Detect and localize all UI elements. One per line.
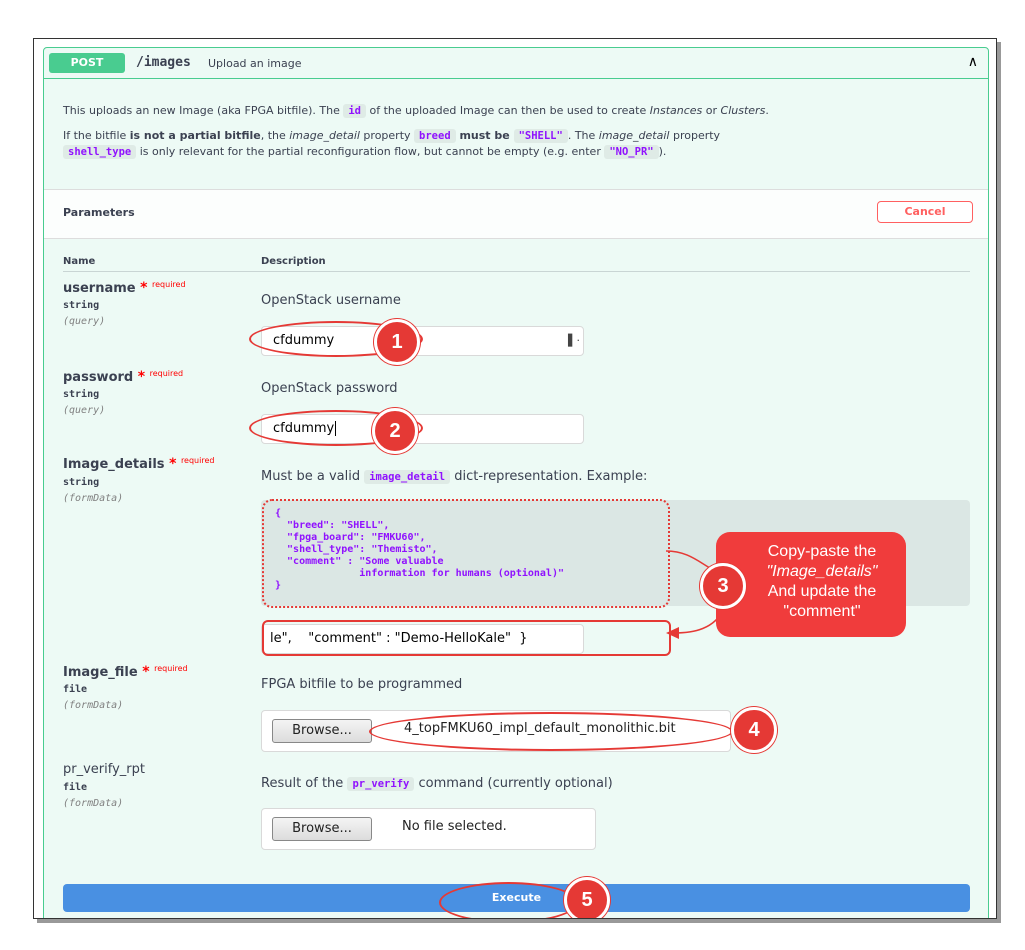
param-location: (formData) [63,700,124,711]
param-location: (formData) [63,798,124,809]
description-line-2: If the bitfile is not a partial bitfile,… [63,129,721,159]
parameters-header: Parameters Cancel [44,189,988,239]
annotation-ring-execute [439,882,578,918]
param-description: OpenStack username [261,293,401,308]
param-type: string [63,300,100,311]
param-type: string [63,389,100,400]
param-type: string [63,477,100,488]
parameters-title: Parameters [63,206,135,219]
annotation-dotted-box [262,499,670,608]
param-type: file [63,684,88,695]
annotation-badge-2: 2 [372,408,418,454]
browse-button[interactable]: Browse... [272,817,372,841]
annotation-badge-3: 3 [700,563,746,609]
param-name-image-file: Image_file * required [63,664,188,680]
annotation-input-box [262,620,671,656]
param-location: (formData) [63,493,124,504]
selected-file-name: No file selected. [402,819,507,834]
header-divider [63,271,970,272]
column-header-description: Description [261,256,326,267]
param-name-pr-verify-rpt: pr_verify_rpt [63,762,145,777]
param-name-username: username * required [63,280,186,296]
screenshot-frame: POST /images Upload an image ∧ This uplo… [33,38,997,919]
operation-summary[interactable]: POST /images Upload an image ∧ [44,48,988,79]
param-name-password: password * required [63,369,184,385]
annotation-badge-5: 5 [564,877,610,918]
param-description: Must be a valid image_detail dict-repres… [261,469,648,484]
param-description: FPGA bitfile to be programmed [261,677,463,692]
cancel-button[interactable]: Cancel [877,201,973,223]
column-header-name: Name [63,256,96,267]
operation-block: POST /images Upload an image ∧ This uplo… [43,47,989,918]
method-badge: POST [49,53,125,73]
chevron-up-icon[interactable]: ∧ [968,54,978,70]
operation-path: /images [136,55,191,70]
annotation-badge-1: 1 [374,319,420,365]
description-line-1: This uploads an new Image (aka FPGA bitf… [63,104,769,118]
password-manager-icon[interactable]: ▌· [568,334,580,347]
pr-verify-file-input[interactable]: Browse... No file selected. [261,808,596,850]
annotation-badge-4: 4 [731,707,777,753]
param-description: OpenStack password [261,381,398,396]
param-description: Result of the pr_verify command (current… [261,776,613,791]
param-type: file [63,782,88,793]
param-name-image-details: Image_details * required [63,456,215,472]
param-location: (query) [63,316,106,327]
annotation-ring-file [369,712,733,751]
operation-summary-text: Upload an image [208,57,302,70]
browse-button[interactable]: Browse... [272,719,372,743]
param-location: (query) [63,405,106,416]
